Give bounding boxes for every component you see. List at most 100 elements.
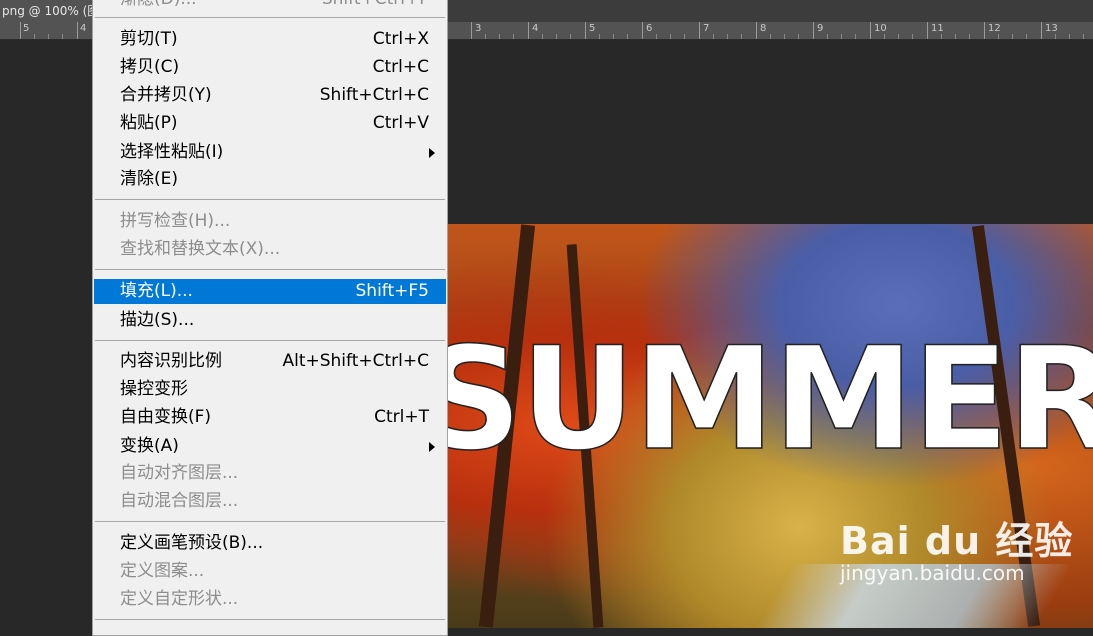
- ruler-minor-tick: [556, 34, 557, 39]
- menu-item-fill[interactable]: 填充(L)... Shift+F5: [94, 279, 446, 304]
- menu-item-content-aware-scale[interactable]: 内容识别比例 Alt+Shift+Ctrl+C: [94, 349, 446, 374]
- ruler-minor-tick: [1083, 34, 1084, 39]
- ruler-number: 13: [1045, 23, 1058, 34]
- ruler-minor-tick: [34, 34, 35, 39]
- menu-item-label: 内容识别比例: [120, 351, 222, 371]
- menu-separator: [95, 619, 445, 620]
- menu-item-spell-check[interactable]: 拼写检查(H)...: [94, 209, 446, 234]
- ruler-minor-tick: [998, 34, 999, 39]
- menu-item-label: 选择性粘贴(I): [120, 142, 224, 162]
- ruler-minor-tick: [1012, 34, 1013, 39]
- menu-item-puppet-warp[interactable]: 操控变形: [94, 377, 446, 402]
- menu-item-label: 填充(L)...: [120, 281, 193, 301]
- ruler-tick: [642, 22, 643, 39]
- ruler-number: 5: [23, 23, 30, 34]
- ruler-minor-tick: [1055, 34, 1056, 39]
- ruler-minor-tick: [827, 34, 828, 39]
- edit-menu: 渐隐(D)... Shift+Ctrl+F 剪切(T) Ctrl+X 拷贝(C)…: [92, 0, 448, 636]
- ruler-minor-tick: [62, 34, 63, 39]
- ruler-minor-tick: [1026, 34, 1027, 39]
- menu-item-paste[interactable]: 粘贴(P) Ctrl+V: [94, 111, 446, 136]
- ruler-minor-tick: [513, 34, 514, 39]
- ruler-minor-tick: [898, 34, 899, 39]
- menu-item-stroke[interactable]: 描边(S)...: [94, 308, 446, 333]
- ruler-minor-tick: [884, 34, 885, 39]
- menu-item-label: 粘贴(P): [120, 113, 178, 133]
- menu-item-shortcut: Ctrl+T: [374, 407, 429, 427]
- menu-item-label: 定义图案...: [120, 561, 205, 581]
- menu-item-fade[interactable]: 渐隐(D)... Shift+Ctrl+F: [94, 0, 446, 12]
- ruler-minor-tick: [713, 34, 714, 39]
- menu-item-copy-merged[interactable]: 合并拷贝(Y) Shift+Ctrl+C: [94, 83, 446, 108]
- ruler-minor-tick: [969, 34, 970, 39]
- ruler-minor-tick: [841, 34, 842, 39]
- ruler-number: 10: [874, 23, 887, 34]
- ruler-tick: [471, 22, 472, 39]
- menu-separator: [95, 269, 445, 270]
- ruler-minor-tick: [627, 34, 628, 39]
- watermark-brand: Bai du 经验: [840, 519, 1074, 563]
- menu-item-paste-special[interactable]: 选择性粘贴(I): [94, 140, 446, 165]
- menu-item-find-replace[interactable]: 查找和替换文本(X)...: [94, 237, 446, 262]
- menu-item-shortcut: Ctrl+V: [372, 113, 429, 133]
- ruler-minor-tick: [670, 34, 671, 39]
- ruler-minor-tick: [656, 34, 657, 39]
- ruler-number: 11: [931, 23, 944, 34]
- menu-item-define-brush[interactable]: 定义画笔预设(B)...: [94, 531, 446, 556]
- menu-separator: [95, 199, 445, 200]
- ruler-minor-tick: [955, 34, 956, 39]
- ruler-tick: [870, 22, 871, 39]
- menu-item-label: 定义画笔预设(B)...: [120, 533, 264, 553]
- menu-item-shortcut: Shift+F5: [355, 281, 429, 301]
- menu-item-auto-blend-layers[interactable]: 自动混合图层...: [94, 489, 446, 514]
- menu-item-label: 自由变换(F): [120, 407, 212, 427]
- ruler-tick: [756, 22, 757, 39]
- ruler-minor-tick: [613, 34, 614, 39]
- menu-item-label: 定义自定形状...: [120, 589, 239, 609]
- ruler-tick: [20, 22, 21, 39]
- ruler-number: 9: [817, 23, 824, 34]
- ruler-tick: [699, 22, 700, 39]
- ruler-number: 4: [80, 23, 87, 34]
- ruler-tick: [585, 22, 586, 39]
- ruler-minor-tick: [912, 34, 913, 39]
- menu-item-define-pattern[interactable]: 定义图案...: [94, 559, 446, 584]
- menu-item-shortcut: Ctrl+X: [372, 29, 429, 49]
- ruler-minor-tick: [485, 34, 486, 39]
- ruler-tick: [927, 22, 928, 39]
- menu-item-auto-align-layers[interactable]: 自动对齐图层...: [94, 461, 446, 486]
- menu-item-shortcut: Shift+Ctrl+F: [322, 0, 429, 12]
- menu-separator: [95, 340, 445, 341]
- ruler-minor-tick: [770, 34, 771, 39]
- ruler-number: 12: [988, 23, 1001, 34]
- ruler-number: 8: [760, 23, 767, 34]
- ruler-minor-tick: [599, 34, 600, 39]
- submenu-arrow-icon: [429, 442, 435, 452]
- menu-item-label: 合并拷贝(Y): [120, 85, 212, 105]
- document-tab[interactable]: png @ 100% (图: [0, 0, 96, 22]
- menu-item-label: 渐隐(D)...: [120, 0, 197, 12]
- menu-item-copy[interactable]: 拷贝(C) Ctrl+C: [94, 55, 446, 80]
- ruler-minor-tick: [741, 34, 742, 39]
- ruler-number: 4: [532, 23, 539, 34]
- ruler-minor-tick: [727, 34, 728, 39]
- menu-item-label: 剪切(T): [120, 29, 178, 49]
- ruler-minor-tick: [684, 34, 685, 39]
- ruler-number: 5: [589, 23, 596, 34]
- menu-item-label: 拷贝(C): [120, 57, 180, 77]
- menu-item-label: 变换(A): [120, 436, 179, 456]
- menu-item-free-transform[interactable]: 自由变换(F) Ctrl+T: [94, 405, 446, 430]
- ruler-minor-tick: [542, 34, 543, 39]
- ruler-minor-tick: [784, 34, 785, 39]
- menu-item-transform[interactable]: 变换(A): [94, 434, 446, 459]
- ruler-tick: [528, 22, 529, 39]
- menu-item-define-custom-shape[interactable]: 定义自定形状...: [94, 587, 446, 612]
- menu-item-label: 清除(E): [120, 169, 179, 189]
- ruler-number: 3: [475, 23, 482, 34]
- ruler-number: 7: [703, 23, 710, 34]
- ruler-minor-tick: [855, 34, 856, 39]
- watermark: Bai du 经验 jingyan.baidu.com: [840, 510, 1073, 585]
- menu-item-cut[interactable]: 剪切(T) Ctrl+X: [94, 27, 446, 52]
- canvas-image[interactable]: SUMMER Bai du 经验 jingyan.baidu.com: [440, 224, 1093, 628]
- menu-item-clear[interactable]: 清除(E): [94, 167, 446, 192]
